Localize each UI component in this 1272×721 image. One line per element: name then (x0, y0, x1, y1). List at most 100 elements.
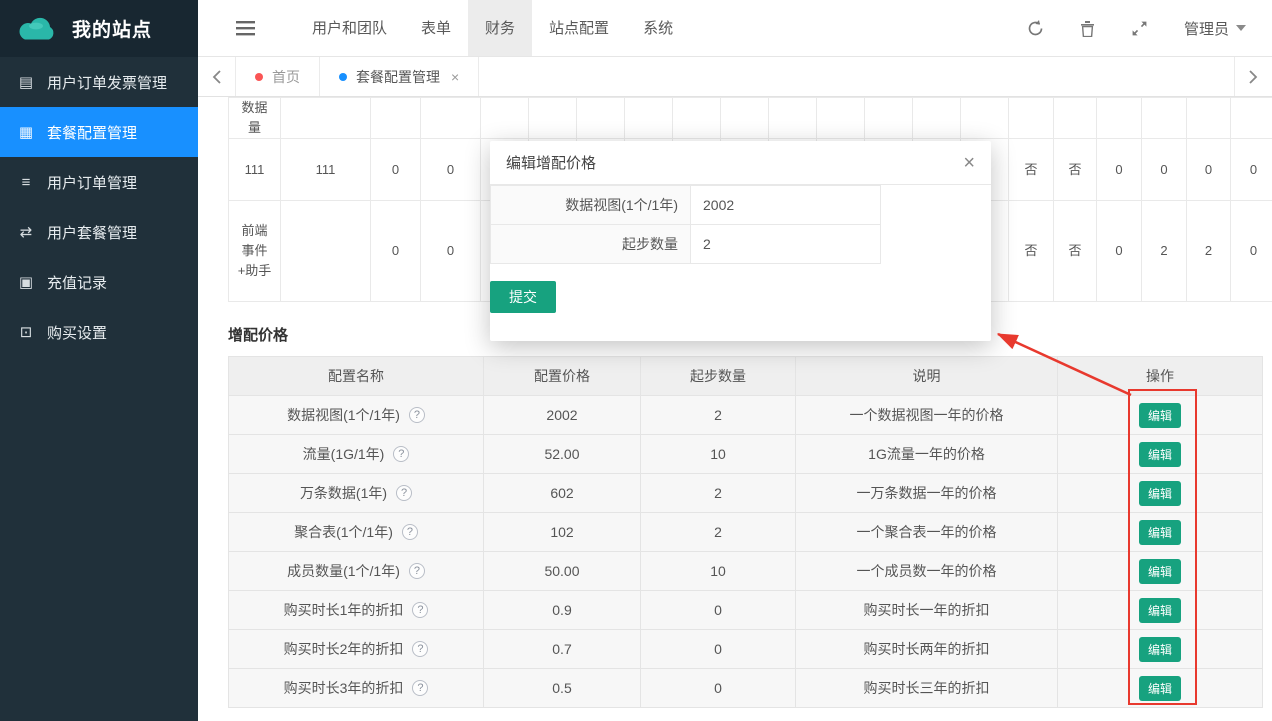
edit-button[interactable]: 编辑 (1139, 442, 1181, 467)
hamburger-icon (236, 21, 255, 36)
upper-table-cell (1231, 98, 1272, 139)
tab-close-icon[interactable]: × (451, 69, 459, 85)
edit-button[interactable]: 编辑 (1139, 637, 1181, 662)
sidebar-item-recharge-record[interactable]: ▣ 充值记录 (0, 257, 198, 307)
help-icon[interactable]: ? (412, 641, 428, 657)
settings-icon: ⊡ (16, 323, 36, 341)
tab-label: 首页 (272, 67, 300, 87)
start-qty: 10 (641, 552, 796, 591)
upper-table-cell (1054, 98, 1097, 139)
price-table-row: 购买时长2年的折扣 ? 0.7 0 购买时长两年的折扣 编辑 (229, 630, 1263, 669)
topbar-actions: 管理员 (1027, 18, 1246, 39)
help-icon[interactable]: ? (396, 485, 412, 501)
edit-button[interactable]: 编辑 (1139, 598, 1181, 623)
tab-home[interactable]: 首页 (236, 57, 320, 96)
edit-button[interactable]: 编辑 (1139, 403, 1181, 428)
config-name: 流量(1G/1年) (303, 444, 385, 464)
tabs-scroll-right-button[interactable] (1234, 57, 1272, 96)
tab-package-config[interactable]: 套餐配置管理 × (320, 57, 479, 96)
nav-system[interactable]: 系统 (626, 0, 690, 56)
config-name: 万条数据(1年) (300, 483, 387, 503)
col-header-start: 起步数量 (641, 357, 796, 396)
site-logo[interactable]: 我的站点 (0, 0, 198, 57)
modal-form: 数据视图(1个/1年) 起步数量 (490, 185, 881, 264)
top-nav: 用户和团队 表单 财务 站点配置 系统 (295, 0, 690, 57)
record-icon: ▣ (16, 273, 36, 291)
sidebar-toggle-button[interactable] (236, 21, 255, 36)
sidebar-nav: ▤ 用户订单发票管理 ▦ 套餐配置管理 ≡ 用户订单管理 ⇄ 用户套餐管理 ▣ … (0, 57, 198, 357)
config-desc: 购买时长两年的折扣 (796, 630, 1058, 669)
sidebar-item-label: 充值记录 (47, 272, 107, 293)
tab-label: 套餐配置管理 (356, 67, 440, 87)
refresh-button[interactable] (1027, 20, 1044, 37)
config-name: 购买时长1年的折扣 (284, 600, 404, 620)
nav-users-teams[interactable]: 用户和团队 (295, 0, 404, 56)
config-desc: 一个聚合表一年的价格 (796, 513, 1058, 552)
help-icon[interactable]: ? (409, 563, 425, 579)
nav-label: 表单 (421, 17, 451, 38)
upper-table-cell: 0 (421, 201, 481, 302)
edit-button[interactable]: 编辑 (1139, 559, 1181, 584)
refresh-icon (1027, 20, 1044, 37)
price-table-row: 流量(1G/1年) ? 52.00 10 1G流量一年的价格 编辑 (229, 435, 1263, 474)
start-qty: 0 (641, 630, 796, 669)
price-table-row: 万条数据(1年) ? 602 2 一万条数据一年的价格 编辑 (229, 474, 1263, 513)
nav-site-config[interactable]: 站点配置 (532, 0, 626, 56)
sidebar-item-label: 用户订单发票管理 (47, 72, 167, 93)
config-desc: 购买时长三年的折扣 (796, 669, 1058, 708)
sidebar-item-user-order-invoice[interactable]: ▤ 用户订单发票管理 (0, 57, 198, 107)
site-name: 我的站点 (72, 15, 152, 42)
start-qty: 2 (641, 474, 796, 513)
col-header-action: 操作 (1058, 357, 1263, 396)
config-desc: 一个成员数一年的价格 (796, 552, 1058, 591)
price-table-row: 成员数量(1个/1年) ? 50.00 10 一个成员数一年的价格 编辑 (229, 552, 1263, 591)
nav-label: 财务 (485, 17, 515, 38)
field-label-start-qty: 起步数量 (491, 225, 691, 264)
help-icon[interactable]: ? (402, 524, 418, 540)
upper-table-cell: 0 (1097, 139, 1142, 201)
main-area: 用户和团队 表单 财务 站点配置 系统 管理员 (198, 0, 1272, 721)
nav-label: 站点配置 (549, 17, 609, 38)
sidebar-item-label: 用户订单管理 (47, 172, 137, 193)
upper-table-cell: 0 (421, 139, 481, 201)
sidebar-item-purchase-settings[interactable]: ⊡ 购买设置 (0, 307, 198, 357)
fullscreen-button[interactable] (1131, 20, 1148, 37)
tabs-scroll-left-button[interactable] (198, 57, 236, 96)
nav-finance[interactable]: 财务 (468, 0, 532, 56)
start-qty: 2 (641, 513, 796, 552)
edit-button[interactable]: 编辑 (1139, 481, 1181, 506)
clear-cache-button[interactable] (1080, 20, 1095, 37)
chevron-right-icon (1249, 70, 1258, 84)
upper-table-cell (1009, 98, 1054, 139)
start-qty-input[interactable] (691, 225, 880, 263)
sidebar-item-package-config[interactable]: ▦ 套餐配置管理 (0, 107, 198, 157)
sidebar-item-user-package[interactable]: ⇄ 用户套餐管理 (0, 207, 198, 257)
col-header-price: 配置价格 (484, 357, 641, 396)
upper-table-cell: 0 (371, 201, 421, 302)
edit-button[interactable]: 编辑 (1139, 676, 1181, 701)
list-icon: ≡ (16, 174, 36, 191)
config-name: 聚合表(1个/1年) (294, 522, 393, 542)
help-icon[interactable]: ? (412, 680, 428, 696)
upper-table-cell (769, 98, 817, 139)
price-table-row: 聚合表(1个/1年) ? 102 2 一个聚合表一年的价格 编辑 (229, 513, 1263, 552)
upper-table-cell: 2 (1187, 201, 1231, 302)
config-desc: 一个数据视图一年的价格 (796, 396, 1058, 435)
modal-body: 数据视图(1个/1年) 起步数量 提交 (490, 185, 991, 313)
config-name: 成员数量(1个/1年) (287, 561, 400, 581)
admin-dropdown[interactable]: 管理员 (1184, 18, 1246, 39)
edit-price-modal: 编辑增配价格 × 数据视图(1个/1年) 起步数量 提交 (490, 141, 991, 341)
submit-button[interactable]: 提交 (490, 281, 556, 313)
nav-forms[interactable]: 表单 (404, 0, 468, 56)
price-input[interactable] (691, 186, 880, 224)
edit-button[interactable]: 编辑 (1139, 520, 1181, 545)
help-icon[interactable]: ? (412, 602, 428, 618)
modal-close-icon[interactable]: × (963, 153, 975, 173)
trash-icon (1080, 20, 1095, 37)
upper-table-cell (281, 201, 371, 302)
help-icon[interactable]: ? (409, 407, 425, 423)
help-icon[interactable]: ? (393, 446, 409, 462)
upper-table-cell (913, 98, 961, 139)
sidebar-item-user-order[interactable]: ≡ 用户订单管理 (0, 157, 198, 207)
config-price: 0.7 (484, 630, 641, 669)
